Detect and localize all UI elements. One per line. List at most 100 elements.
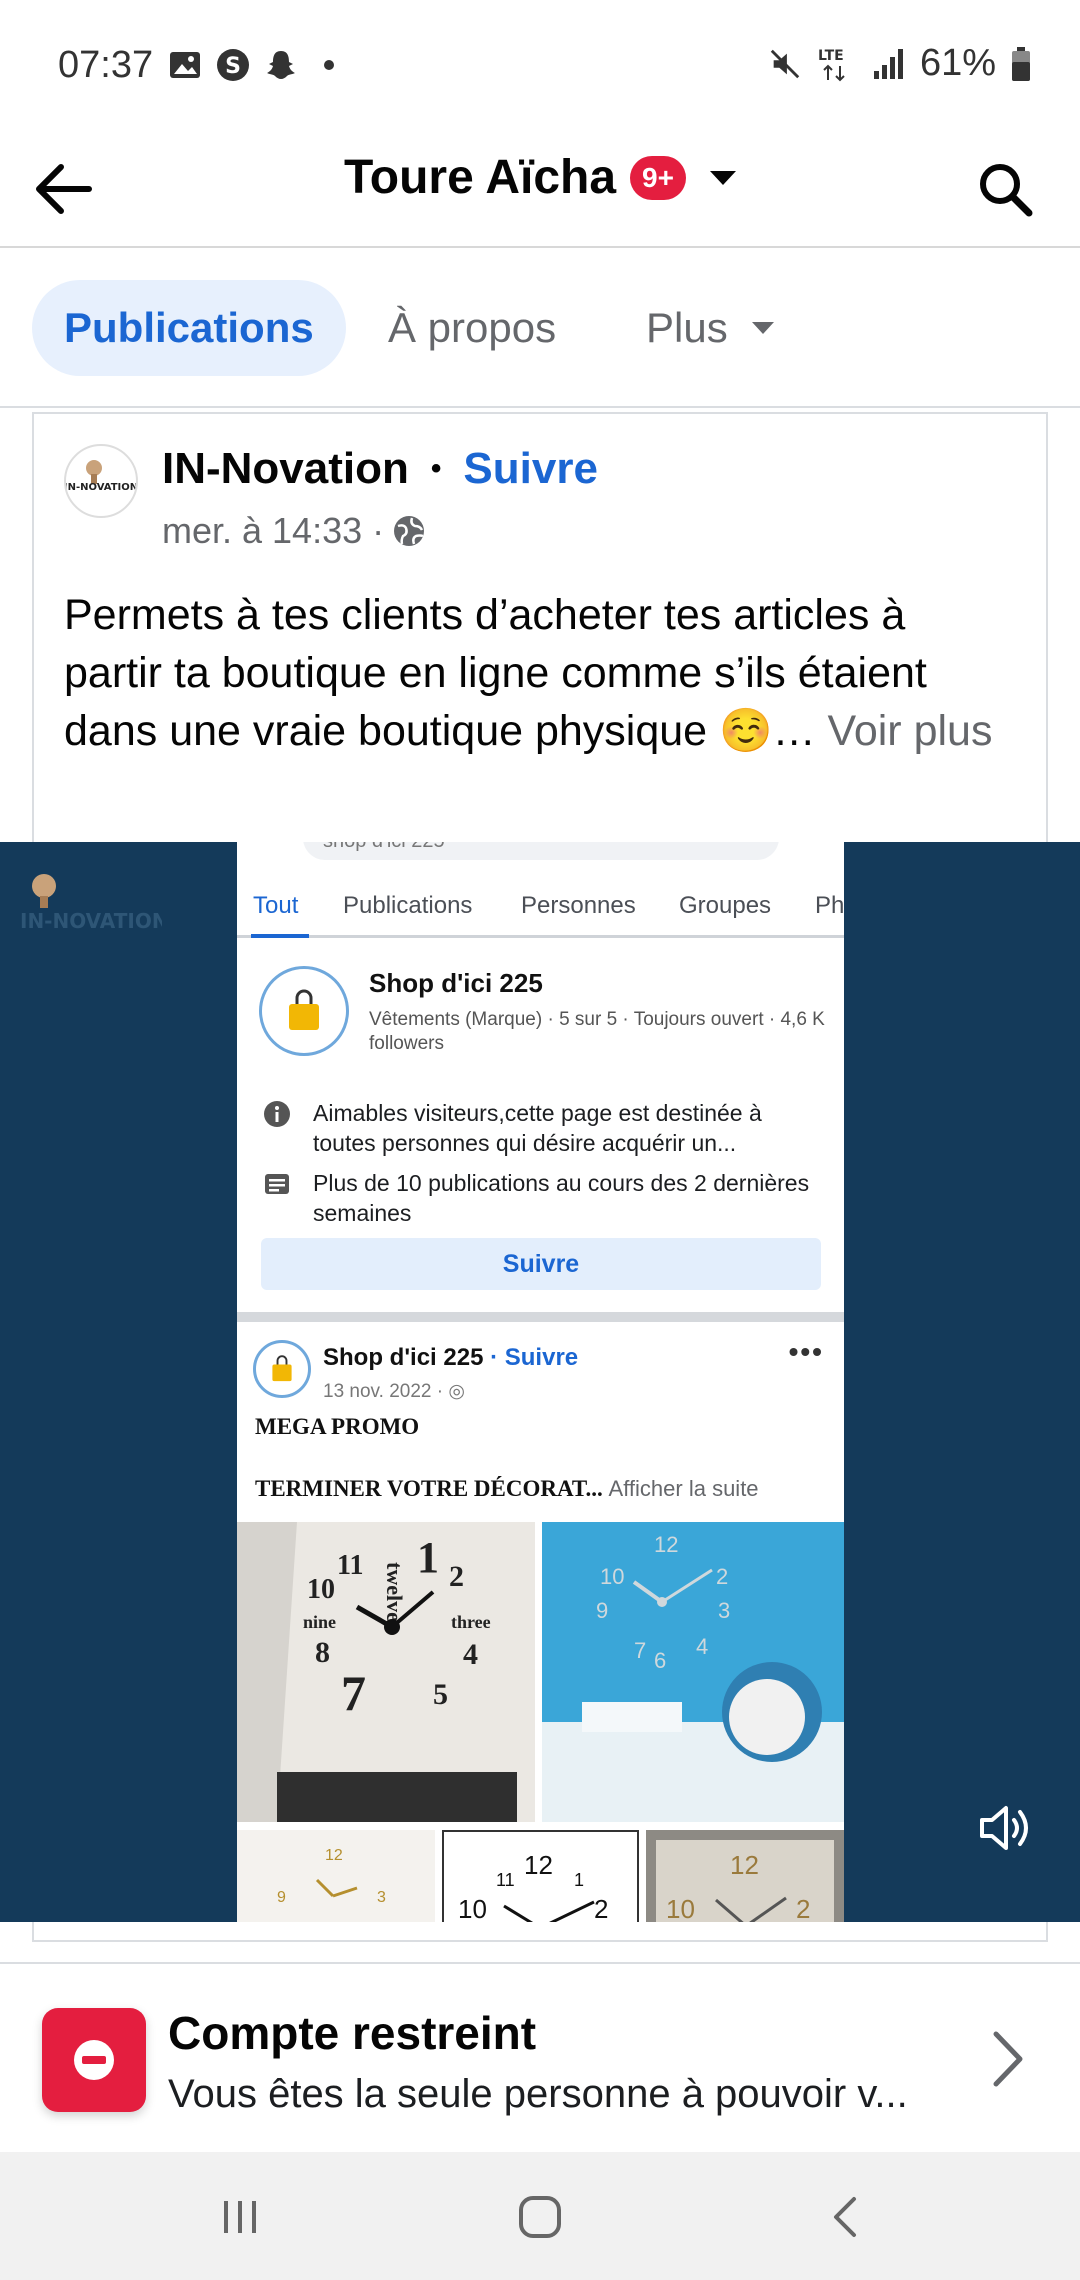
shot-post-header: Shop d'ici 225 · Suivre xyxy=(323,1344,578,1372)
gallery-icon xyxy=(168,48,202,82)
clock-image-1: twelve 11 1 2 10 nine three 8 4 7 5 xyxy=(237,1522,535,1822)
signal-icon xyxy=(872,47,906,81)
shot-tab-publications: Publications xyxy=(343,892,473,919)
speaker-icon xyxy=(980,1806,1028,1850)
shopping-bag-icon xyxy=(272,1355,292,1382)
clock-label: 10 xyxy=(307,1574,335,1605)
svg-text:12: 12 xyxy=(325,1847,343,1864)
svg-text:10: 10 xyxy=(458,1894,487,1922)
tab-publications[interactable]: Publications xyxy=(32,280,346,376)
author-avatar[interactable]: IN-NOVATION xyxy=(64,444,138,518)
restricted-account-banner[interactable]: Compte restreint Vous êtes la seule pers… xyxy=(0,1962,1080,2152)
svg-text:4: 4 xyxy=(696,1634,708,1659)
svg-text:1: 1 xyxy=(574,1870,584,1890)
post-header: IN-Novation • Suivre xyxy=(162,444,598,494)
battery-icon xyxy=(1010,46,1032,81)
clock-label: three xyxy=(451,1612,491,1632)
svg-text:12: 12 xyxy=(730,1850,759,1880)
shopping-bag-icon xyxy=(289,989,319,1030)
restricted-title: Compte restreint xyxy=(168,2007,537,2059)
clock-image-2: 12 10 2 9 3 7 6 4 xyxy=(542,1522,844,1822)
shot-follow-button: Suivre xyxy=(261,1238,821,1290)
restricted-icon xyxy=(42,2008,146,2112)
svg-text:6: 6 xyxy=(654,1648,666,1673)
notification-badge: 9+ xyxy=(630,155,686,200)
svg-text:LTE: LTE xyxy=(818,48,844,64)
shot-promo-title: MEGA PROMO xyxy=(255,1414,420,1439)
svg-text:3: 3 xyxy=(718,1598,730,1623)
snapchat-icon xyxy=(264,48,298,82)
status-system-icons: LTE 61% xyxy=(768,42,1032,85)
status-bar: 07:37 S LTE 61% xyxy=(0,0,1080,130)
tab-label: Plus xyxy=(646,304,728,351)
status-notification-icons: S xyxy=(168,48,346,82)
tab-label: À propos xyxy=(388,304,557,351)
shot-activity-row: Plus de 10 publications au cours des 2 d… xyxy=(263,1168,823,1228)
shot-tab-underline xyxy=(251,934,309,938)
svg-text:2: 2 xyxy=(594,1894,608,1922)
search-button[interactable] xyxy=(970,154,1040,224)
post-author[interactable]: IN-Novation xyxy=(162,444,409,494)
tab-about[interactable]: À propos xyxy=(388,280,556,376)
system-nav-bar xyxy=(0,2152,1080,2280)
clock-image-3: 12 9 3 xyxy=(237,1830,435,1922)
tab-more[interactable]: Plus xyxy=(646,280,774,376)
see-more-link[interactable]: Voir plus xyxy=(828,707,993,755)
battery-percent: 61% xyxy=(919,42,996,84)
recent-apps-icon xyxy=(224,2201,256,2233)
shot-tab-photos: Ph xyxy=(815,892,844,919)
shot-post-follow: · Suivre xyxy=(490,1344,579,1371)
follow-link[interactable]: Suivre xyxy=(463,444,598,494)
clock-label: 8 xyxy=(315,1636,330,1669)
post-video[interactable]: IN-NOVATION shop d'ici 225 Tout Publicat… xyxy=(0,842,1080,1922)
clock-label: 5 xyxy=(433,1678,448,1711)
page-title: Toure Aïcha xyxy=(344,151,617,204)
clock-label: 11 xyxy=(337,1550,363,1581)
posts-icon xyxy=(265,1174,289,1194)
caret-down-icon xyxy=(751,322,774,334)
globe-icon xyxy=(394,516,425,546)
in-novation-logo-icon: IN-NOVATION xyxy=(66,460,136,493)
shot-activity-text: Plus de 10 publications au cours des 2 d… xyxy=(313,1170,810,1226)
svg-text:12: 12 xyxy=(524,1850,553,1880)
svg-text:3: 3 xyxy=(377,1889,386,1906)
clock-label: 2 xyxy=(449,1560,464,1593)
shot-read-more: Afficher la suite xyxy=(608,1476,759,1501)
shot-info-row: Aimables visiteurs,cette page est destin… xyxy=(263,1098,823,1158)
shot-promo-text: TERMINER VOTRE DÉCORAT... Afficher la su… xyxy=(255,1476,759,1502)
back-nav-button[interactable] xyxy=(806,2182,886,2252)
recent-apps-button[interactable] xyxy=(200,2182,280,2252)
shot-post-date: 13 nov. 2022 · ◎ xyxy=(323,1380,465,1403)
shot-promo-body: TERMINER VOTRE DÉCORAT... xyxy=(255,1476,603,1501)
video-frame-screenshot: shop d'ici 225 Tout Publications Personn… xyxy=(237,842,844,1922)
svg-text:10: 10 xyxy=(600,1564,624,1589)
globe-icon: ◎ xyxy=(448,1381,465,1402)
more-options-icon: ••• xyxy=(788,1336,824,1367)
svg-text:2: 2 xyxy=(796,1894,810,1922)
info-icon xyxy=(264,1101,290,1127)
post-time[interactable]: mer. à 14:33 · xyxy=(162,510,384,552)
svg-text:10: 10 xyxy=(666,1894,695,1922)
clock-label: twelve xyxy=(382,1562,407,1622)
clock-label: nine xyxy=(303,1612,336,1632)
shot-info-text: Aimables visiteurs,cette page est destin… xyxy=(313,1100,762,1156)
svg-text:9: 9 xyxy=(596,1598,608,1623)
svg-text:2: 2 xyxy=(716,1564,728,1589)
post-text: Permets à tes clients d’acheter tes arti… xyxy=(64,586,1014,760)
svg-text:9: 9 xyxy=(277,1889,286,1906)
shot-divider xyxy=(237,1312,844,1322)
profile-tabs: Publications À propos Plus xyxy=(0,250,1080,408)
shot-page-avatar xyxy=(259,966,349,1056)
volume-button[interactable] xyxy=(976,1798,1036,1858)
page-header: Toure Aïcha 9+ xyxy=(0,130,1080,248)
dot-icon xyxy=(312,48,346,82)
home-button[interactable] xyxy=(500,2182,580,2252)
tab-label: Publications xyxy=(64,304,314,351)
profile-switcher[interactable]: Toure Aïcha 9+ xyxy=(0,150,1080,205)
shot-post-avatar xyxy=(253,1340,311,1398)
svg-text:IN-NOVATION: IN-NOVATION xyxy=(20,909,162,933)
svg-text:7: 7 xyxy=(634,1638,646,1663)
lte-icon: LTE xyxy=(816,47,858,81)
restricted-subtitle: Vous êtes la seule personne à pouvoir v.… xyxy=(168,2072,908,2116)
svg-text:S: S xyxy=(225,54,241,79)
